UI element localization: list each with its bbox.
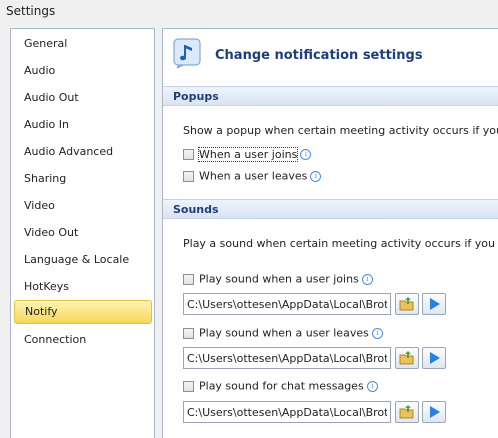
sound-user-leaves-row[interactable]: Play sound when a user leaves i xyxy=(183,326,383,342)
sound-user-leaves-checkbox[interactable] xyxy=(183,327,194,339)
page-title: Change notification settings xyxy=(215,48,423,63)
popup-user-joins-label[interactable]: When a user joins xyxy=(197,146,299,162)
info-icon[interactable]: i xyxy=(361,273,373,285)
settings-content: Change notification settings Popups Show… xyxy=(162,28,498,438)
sound-chat-label[interactable]: Play sound for chat messages xyxy=(199,380,364,393)
sidebar-item-audio-out[interactable]: Audio Out xyxy=(14,86,152,110)
popups-description: Show a popup when certain meeting activi… xyxy=(183,124,498,137)
sound-chat-row[interactable]: Play sound for chat messages i xyxy=(183,379,378,395)
chat-sound-path-input[interactable] xyxy=(183,401,391,423)
info-icon[interactable]: i xyxy=(310,170,322,182)
sidebar-item-audio-advanced[interactable]: Audio Advanced xyxy=(14,140,152,164)
info-icon[interactable]: i xyxy=(371,327,383,339)
join-sound-path-input[interactable] xyxy=(183,293,391,315)
popup-user-joins-row[interactable]: When a user joins i xyxy=(183,146,312,163)
sidebar-item-language-locale[interactable]: Language & Locale xyxy=(14,248,152,272)
popups-section-header: Popups xyxy=(163,86,498,106)
popup-user-leaves-row[interactable]: When a user leaves i xyxy=(183,169,322,185)
leave-sound-path-input[interactable] xyxy=(183,347,391,369)
sound-user-joins-checkbox[interactable] xyxy=(183,273,194,285)
play-button[interactable] xyxy=(422,293,446,315)
play-button[interactable] xyxy=(422,401,446,423)
sounds-section-header: Sounds xyxy=(163,199,498,219)
popup-user-leaves-label[interactable]: When a user leaves xyxy=(199,170,307,183)
sound-chat-checkbox[interactable] xyxy=(183,380,194,392)
info-icon[interactable]: i xyxy=(366,380,378,392)
sidebar-item-notify[interactable]: Notify xyxy=(14,300,152,324)
browse-button[interactable] xyxy=(395,347,419,369)
title-bar: Settings xyxy=(0,0,498,22)
sidebar-item-hotkeys[interactable]: HotKeys xyxy=(14,275,152,299)
sidebar-item-video[interactable]: Video xyxy=(14,194,152,218)
sidebar-item-general[interactable]: General xyxy=(14,32,152,56)
sound-user-joins-label[interactable]: Play sound when a user joins xyxy=(199,273,359,286)
sidebar-item-audio-in[interactable]: Audio In xyxy=(14,113,152,137)
sidebar-item-audio[interactable]: Audio xyxy=(14,59,152,83)
sidebar-item-sharing[interactable]: Sharing xyxy=(14,167,152,191)
play-button[interactable] xyxy=(422,347,446,369)
popup-user-joins-checkbox[interactable] xyxy=(183,148,194,160)
page-header: Change notification settings xyxy=(163,29,498,83)
sounds-description: Play a sound when certain meeting activi… xyxy=(183,237,498,250)
window-title: Settings xyxy=(6,4,56,18)
sidebar-item-video-out[interactable]: Video Out xyxy=(14,221,152,245)
sound-user-joins-row[interactable]: Play sound when a user joins i xyxy=(183,272,373,288)
browse-button[interactable] xyxy=(395,293,419,315)
info-icon[interactable]: i xyxy=(300,148,312,160)
music-note-icon xyxy=(173,38,203,70)
popup-user-leaves-checkbox[interactable] xyxy=(183,170,194,182)
browse-button[interactable] xyxy=(395,401,419,423)
sidebar-item-connection[interactable]: Connection xyxy=(14,328,152,352)
sound-user-leaves-label[interactable]: Play sound when a user leaves xyxy=(199,327,369,340)
settings-sidebar: General Audio Audio Out Audio In Audio A… xyxy=(10,28,155,438)
